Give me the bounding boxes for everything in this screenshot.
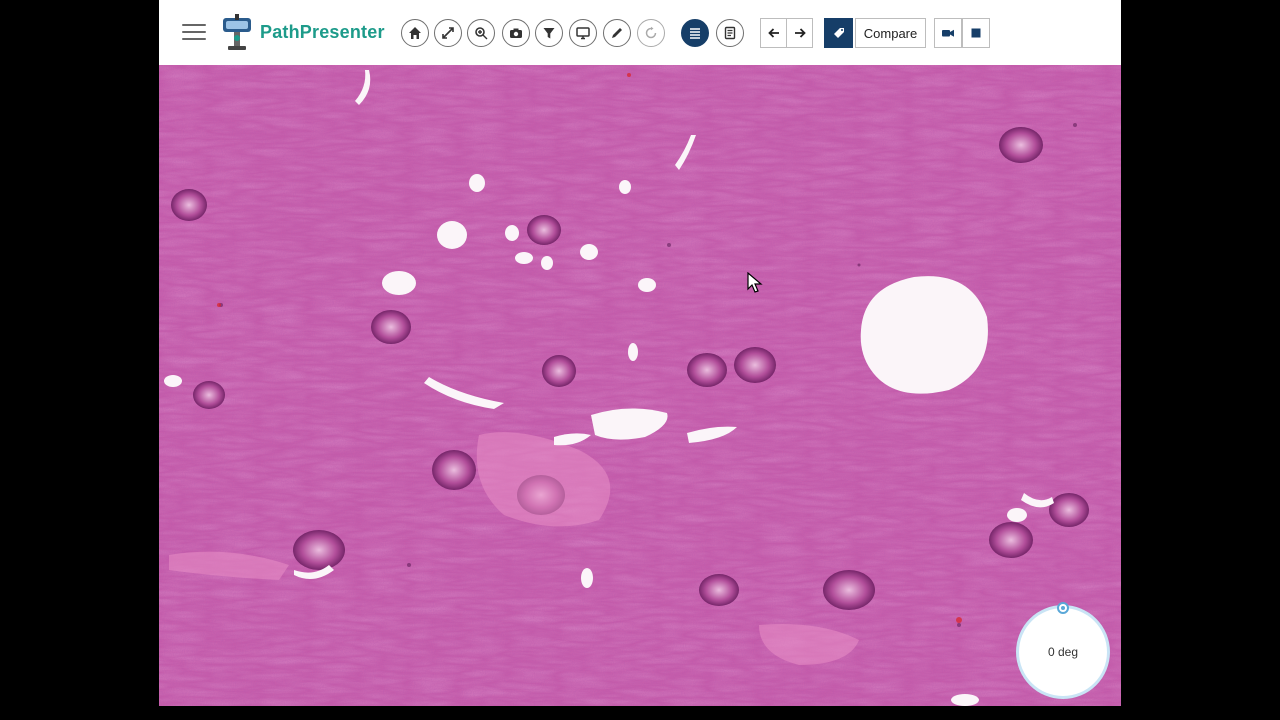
stop-icon <box>971 28 981 38</box>
report-button[interactable] <box>716 19 744 47</box>
video-camera-icon <box>942 29 954 37</box>
home-button[interactable] <box>401 19 429 47</box>
slide-viewer[interactable]: 0 deg <box>159 65 1121 706</box>
compare-button[interactable]: Compare <box>855 18 926 48</box>
rotation-degrees-label: 0 deg <box>1047 645 1079 659</box>
rotate-button[interactable] <box>637 19 665 47</box>
filter-button[interactable] <box>535 19 563 47</box>
rotation-dial[interactable]: 0 deg <box>1019 602 1107 696</box>
previous-button[interactable] <box>760 18 787 48</box>
list-icon <box>690 28 700 39</box>
stop-button[interactable] <box>962 18 990 48</box>
histology-slide-image <box>159 65 1121 706</box>
monitor-icon <box>576 27 590 40</box>
camera-icon <box>510 28 522 38</box>
hamburger-menu-icon[interactable] <box>180 19 208 47</box>
document-icon <box>724 26 736 40</box>
pathpresenter-logo <box>223 14 251 50</box>
pencil-icon <box>612 28 622 38</box>
next-button[interactable] <box>786 18 813 48</box>
arrow-left-icon <box>767 28 779 38</box>
snapshot-button[interactable] <box>502 19 530 47</box>
record-button[interactable] <box>934 18 962 48</box>
mouse-cursor-icon <box>747 272 763 293</box>
expand-arrows-icon <box>442 27 454 39</box>
rotate-icon <box>645 26 657 39</box>
home-icon <box>409 27 421 39</box>
toolbar: PathPresenter Compare <box>159 0 1121 66</box>
filter-icon <box>543 28 555 39</box>
zoom-icon <box>475 27 488 40</box>
arrow-right-icon <box>794 28 806 38</box>
tag-icon <box>833 28 844 38</box>
expand-button[interactable] <box>434 19 462 47</box>
monitor-button[interactable] <box>569 19 597 47</box>
zoom-button[interactable] <box>467 19 495 47</box>
pathpresenter-app: PathPresenter Compare 0 deg <box>159 0 1121 706</box>
list-button[interactable] <box>681 19 709 47</box>
rotation-handle-icon[interactable] <box>1057 602 1069 614</box>
annotate-button[interactable] <box>603 19 631 47</box>
brand-name: PathPresenter <box>260 22 385 42</box>
tag-button[interactable] <box>824 18 853 48</box>
